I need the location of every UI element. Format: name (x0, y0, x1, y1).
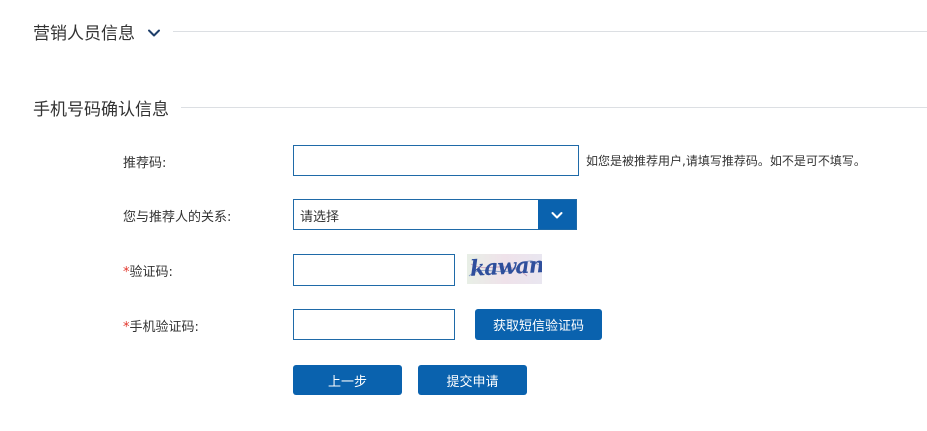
sms-code-input[interactable] (293, 309, 455, 340)
chevron-down-icon (551, 211, 563, 218)
captcha-image-text: kawan (469, 254, 542, 282)
relationship-label: 您与推荐人的关系: (123, 206, 231, 225)
referral-code-label: 推荐码: (123, 152, 166, 171)
relationship-label-text: 您与推荐人的关系: (123, 210, 232, 225)
section-header-marketing[interactable]: 营销人员信息 (33, 19, 927, 44)
form-row-sms-code: *手机验证码: 获取短信验证码 (0, 309, 927, 341)
relationship-select-value: 请选择 (300, 210, 340, 225)
section-divider (181, 107, 927, 108)
captcha-image[interactable]: kawan (467, 254, 542, 284)
sms-code-label: *手机验证码: (123, 316, 199, 335)
section-divider (173, 31, 927, 32)
sms-code-label-text: 手机验证码: (129, 320, 199, 335)
form-row-referral-code: 推荐码: 如您是被推荐用户,请填写推荐码。如不是可不填写。 (0, 145, 927, 177)
form-row-relationship: 您与推荐人的关系: 请选择 (0, 199, 927, 231)
section-header-phone-confirm: 手机号码确认信息 (33, 95, 927, 120)
get-sms-code-button[interactable]: 获取短信验证码 (475, 309, 602, 340)
section-title-phone-confirm: 手机号码确认信息 (33, 100, 169, 120)
relationship-select-toggle[interactable] (538, 200, 576, 229)
referral-code-hint: 如您是被推荐用户,请填写推荐码。如不是可不填写。 (586, 154, 866, 168)
submit-application-button[interactable]: 提交申请 (418, 365, 527, 395)
referral-code-label-text: 推荐码: (123, 156, 167, 171)
referral-code-input[interactable] (293, 145, 579, 176)
section-title-marketing: 营销人员信息 (33, 24, 135, 44)
captcha-input[interactable] (293, 254, 455, 286)
chevron-down-icon[interactable] (147, 25, 161, 39)
captcha-label-text: 验证码: (129, 265, 173, 280)
captcha-label: *验证码: (123, 261, 173, 280)
form-row-captcha: *验证码: kawan (0, 254, 927, 286)
relationship-select[interactable]: 请选择 (293, 199, 577, 230)
prev-step-button[interactable]: 上一步 (293, 365, 402, 395)
